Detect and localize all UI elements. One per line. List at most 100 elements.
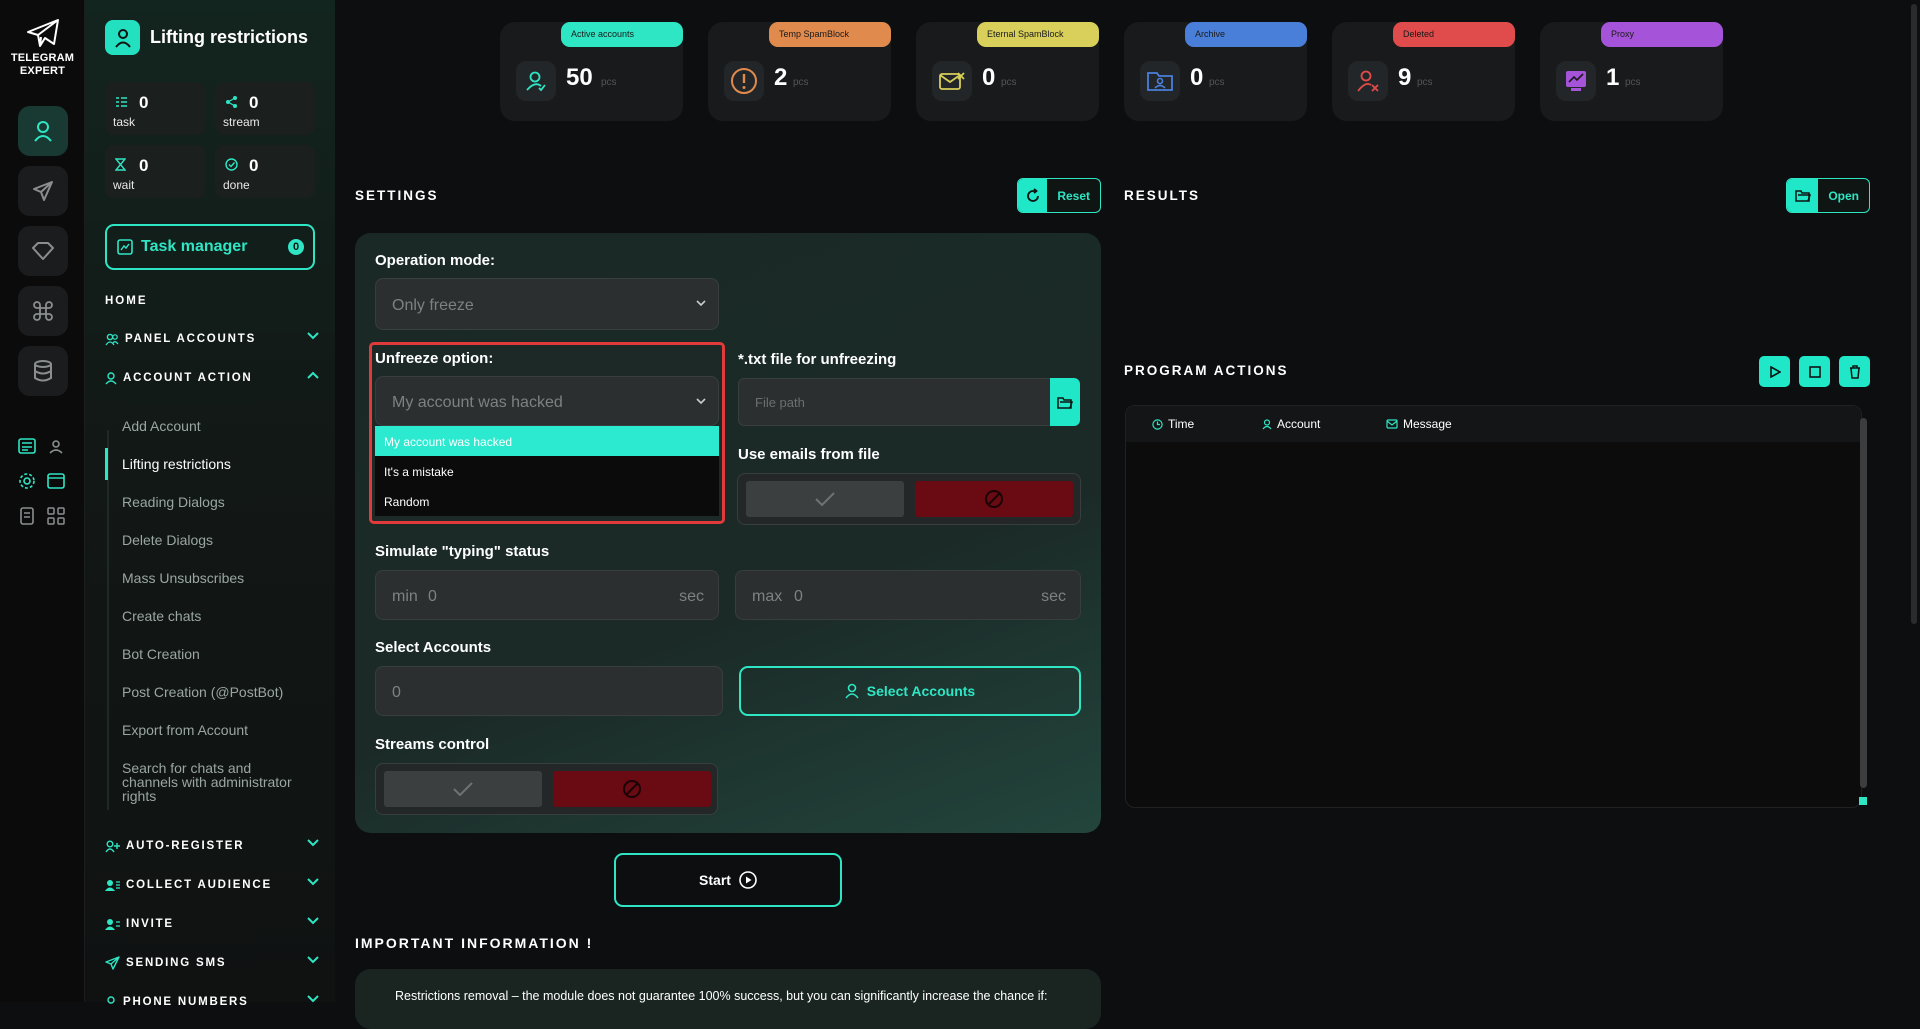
dropdown-option[interactable]: It's a mistake (375, 456, 719, 486)
card-pill: Proxy (1601, 22, 1723, 47)
rail-mini-document-icon[interactable] (17, 506, 37, 526)
section-sending-sms[interactable]: SENDING SMS (105, 952, 319, 974)
unfreeze-option-select[interactable]: My account was hacked (375, 376, 719, 426)
submenu-delete-dialogs[interactable]: Delete Dialogs (122, 533, 302, 547)
stat-stream: 0 stream (215, 82, 315, 135)
section-invite[interactable]: INVITE (105, 913, 319, 935)
rail-accounts-button[interactable] (18, 106, 68, 156)
submenu-create-chats[interactable]: Create chats (122, 609, 302, 623)
toggle-off-button[interactable] (553, 771, 711, 807)
submenu-post-creation[interactable]: Post Creation (@PostBot) (122, 685, 302, 699)
page-scrollbar[interactable] (1908, 0, 1920, 1002)
command-icon (33, 301, 53, 321)
card-temp-spamblock[interactable]: Temp SpamBlock 2 pcs (708, 22, 891, 121)
rail-mini-location-icon[interactable] (46, 436, 66, 456)
clear-button[interactable] (1839, 356, 1870, 387)
user-check-icon (516, 61, 556, 101)
reset-button[interactable]: Reset (1017, 178, 1101, 213)
user-icon (34, 121, 52, 142)
nav-home[interactable]: HOME (105, 295, 148, 307)
select-accounts-label: Select Accounts (375, 639, 492, 656)
resize-handle[interactable] (1859, 797, 1867, 805)
rail-mini-grid-icon[interactable] (46, 506, 66, 526)
card-active-accounts[interactable]: Active accounts 50 pcs (500, 22, 683, 121)
rail-mini-list-icon[interactable] (17, 436, 37, 456)
card-value: 9 (1398, 64, 1412, 91)
open-button[interactable]: Open (1786, 178, 1870, 213)
rail-mini-settings-icon[interactable] (17, 471, 37, 491)
card-proxy[interactable]: Proxy 1 pcs (1540, 22, 1723, 121)
trash-icon (1849, 364, 1860, 379)
program-actions-header: PROGRAM ACTIONS (1124, 363, 1289, 378)
task-manager-button[interactable]: Task manager 0 (105, 224, 315, 270)
prohibited-icon (623, 780, 641, 798)
chevron-down-icon (307, 956, 319, 964)
section-label: ACCOUNT ACTION (123, 372, 253, 384)
submenu-reading-dialogs[interactable]: Reading Dialogs (122, 495, 302, 509)
submenu-export-from-account[interactable]: Export from Account (122, 723, 302, 737)
toggle-on-button[interactable] (384, 771, 542, 807)
chevron-down-icon (696, 398, 706, 405)
chevron-down-icon (696, 300, 706, 307)
card-archive[interactable]: Archive 0 pcs (1124, 22, 1307, 121)
rail-mini-window-icon[interactable] (46, 471, 66, 491)
open-label: Open (1828, 188, 1859, 203)
column-account[interactable]: Account (1262, 417, 1320, 431)
section-account-action[interactable]: ACCOUNT ACTION (105, 367, 319, 389)
use-emails-toggle[interactable] (737, 473, 1081, 525)
stop-button[interactable] (1799, 356, 1830, 387)
submenu-bot-creation[interactable]: Bot Creation (122, 647, 302, 661)
rail-command-button[interactable] (18, 286, 68, 336)
column-message[interactable]: Message (1386, 417, 1452, 431)
typing-min-input[interactable]: min 0 sec (375, 570, 719, 620)
stat-wait: 0 wait (105, 145, 205, 198)
page-scrollbar-thumb[interactable] (1911, 4, 1917, 624)
start-button[interactable]: Start (614, 853, 842, 907)
typing-max-input[interactable]: max 0 sec (735, 570, 1081, 620)
use-emails-label: Use emails from file (738, 446, 880, 463)
chevron-up-icon (307, 371, 319, 379)
streams-control-toggle[interactable] (375, 763, 718, 815)
card-pill: Temp SpamBlock (769, 22, 891, 47)
section-auto-register[interactable]: AUTO-REGISTER (105, 835, 319, 857)
streams-control-label: Streams control (375, 736, 490, 753)
card-eternal-spamblock[interactable]: Eternal SpamBlock 0 pcs (916, 22, 1099, 121)
submenu-lifting-restrictions[interactable]: Lifting restrictions (122, 457, 302, 471)
program-actions-log[interactable]: Time Account Message (1125, 405, 1862, 808)
section-collect-audience[interactable]: COLLECT AUDIENCE (105, 874, 319, 896)
submenu-mass-unsubscribes[interactable]: Mass Unsubscribes (122, 571, 302, 585)
browse-file-button[interactable] (1050, 378, 1080, 426)
stat-label: stream (223, 115, 260, 129)
proxy-icon (1556, 61, 1596, 101)
rail-database-button[interactable] (18, 346, 68, 396)
rail-diamond-button[interactable] (18, 226, 68, 276)
log-scrollbar[interactable] (1860, 418, 1867, 788)
selected-accounts-count[interactable]: 0 (375, 666, 723, 716)
app-logo[interactable]: TELEGRAM EXPERT (0, 18, 85, 78)
operation-mode-label: Operation mode: (375, 252, 496, 269)
diamond-icon (32, 242, 54, 260)
section-phone-numbers[interactable]: PHONE NUMBERS (105, 991, 319, 1013)
submenu-search-chats-admin[interactable]: Search for chats and channels with admin… (122, 761, 302, 803)
toggle-on-button[interactable] (746, 481, 904, 517)
play-button[interactable] (1759, 356, 1790, 387)
toggle-off-button[interactable] (915, 481, 1073, 517)
submenu-add-account[interactable]: Add Account (122, 419, 302, 433)
stat-label: wait (113, 178, 135, 192)
clock-icon (1152, 418, 1163, 430)
database-icon (34, 360, 52, 382)
mail-icon (1386, 419, 1398, 429)
folder-user-icon (1140, 61, 1180, 101)
dropdown-option[interactable]: My account was hacked (375, 426, 719, 456)
task-manager-count: 0 (288, 239, 304, 255)
dropdown-option[interactable]: Random (375, 486, 719, 516)
operation-mode-select[interactable]: Only freeze (375, 278, 719, 330)
select-accounts-button[interactable]: Select Accounts (739, 666, 1081, 716)
invite-icon (105, 918, 120, 930)
column-time[interactable]: Time (1152, 417, 1194, 431)
section-panel-accounts[interactable]: PANEL ACCOUNTS (105, 328, 319, 350)
card-deleted[interactable]: Deleted 9 pcs (1332, 22, 1515, 121)
card-value: 1 (1606, 64, 1620, 91)
file-path-input[interactable]: File path (738, 378, 1054, 426)
rail-send-button[interactable] (18, 166, 68, 216)
